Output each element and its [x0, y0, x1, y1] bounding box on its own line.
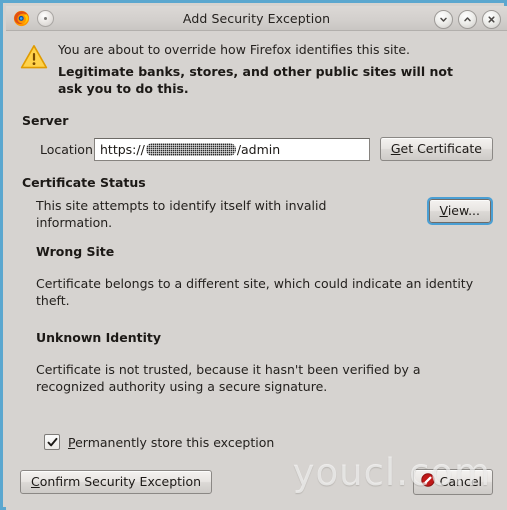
- certificate-status-heading: Certificate Status: [22, 175, 146, 190]
- window-title: Add Security Exception: [182, 10, 331, 26]
- certificate-status-row: This site attempts to identify itself wi…: [22, 197, 507, 231]
- confirm-accesskey: C: [31, 474, 40, 489]
- no-entry-icon: [420, 473, 435, 490]
- detail-title: Wrong Site: [36, 244, 115, 259]
- window-controls: [434, 10, 501, 29]
- permanently-store-label-rest: ermanently store this exception: [75, 434, 275, 450]
- certificate-details: Wrong Site Certificate belongs to a diff…: [6, 231, 507, 395]
- view-label-rest: iew...: [447, 203, 480, 218]
- dialog-window: Add Security Exception You are about to …: [0, 0, 507, 510]
- warning-text: You are about to override how Firefox id…: [50, 41, 478, 97]
- warning-line-2: Legitimate banks, stores, and other publ…: [58, 64, 453, 96]
- permanently-store-checkbox-label: Permanently store this exception: [68, 435, 274, 450]
- warning-triangle-icon: [20, 41, 50, 97]
- detail-body: Certificate belongs to a different site,…: [36, 276, 474, 308]
- detail-title: Unknown Identity: [36, 330, 162, 345]
- confirm-security-exception-button[interactable]: Confirm Security Exception: [20, 470, 213, 494]
- view-accesskey: V: [439, 203, 448, 218]
- location-label: Location:: [40, 141, 98, 157]
- detail-block: Wrong Site Certificate belongs to a diff…: [36, 243, 491, 309]
- firefox-icon: [13, 10, 30, 27]
- redacted-hostname: [145, 142, 236, 156]
- confirm-label-rest: onfirm Security Exception: [39, 474, 202, 489]
- check-icon: [47, 437, 57, 446]
- detail-block: Unknown Identity Certificate is not trus…: [36, 329, 491, 395]
- server-location-row: Location: https:// /admin Get Certificate: [22, 137, 507, 161]
- server-section: Server Location: https:// /admin Get Cert…: [6, 97, 507, 161]
- warning-line-1: You are about to override how Firefox id…: [58, 42, 411, 57]
- window-menu-icon[interactable]: [37, 9, 54, 27]
- permanently-store-checkbox-row[interactable]: Permanently store this exception: [20, 434, 274, 450]
- get-certificate-label-rest: et Certificate: [400, 141, 483, 156]
- dialog-window-inner: Add Security Exception You are about to …: [6, 6, 507, 510]
- detail-spacer: [36, 309, 491, 329]
- detail-body: Certificate is not trusted, because it h…: [36, 362, 421, 394]
- location-value-prefix: https://: [100, 141, 145, 157]
- permanently-store-checkbox[interactable]: [44, 434, 60, 450]
- view-certificate-button[interactable]: View...: [426, 197, 494, 225]
- warning-banner: You are about to override how Firefox id…: [6, 31, 507, 97]
- close-button[interactable]: [482, 10, 501, 29]
- certificate-status-section: Certificate Status This site attempts to…: [6, 161, 507, 231]
- dialog-content: You are about to override how Firefox id…: [6, 31, 507, 509]
- view-button-wrap: View...: [426, 197, 494, 225]
- maximize-button[interactable]: [458, 10, 477, 29]
- cancel-button[interactable]: Cancel: [412, 469, 493, 495]
- location-input[interactable]: https:// /admin: [94, 137, 370, 161]
- certificate-status-message: This site attempts to identify itself wi…: [36, 198, 327, 230]
- title-bar[interactable]: Add Security Exception: [6, 6, 507, 31]
- minimize-button[interactable]: [434, 10, 453, 29]
- server-heading: Server: [22, 113, 69, 128]
- get-certificate-button[interactable]: Get Certificate: [379, 137, 493, 161]
- get-certificate-accesskey: G: [390, 141, 401, 156]
- location-value-suffix: /admin: [236, 141, 281, 157]
- dialog-button-row: youcl.com Confirm Security Exception Can…: [20, 454, 493, 495]
- dialog-footer: Permanently store this exception youcl.c…: [6, 434, 507, 509]
- cancel-label: Cancel: [439, 474, 482, 489]
